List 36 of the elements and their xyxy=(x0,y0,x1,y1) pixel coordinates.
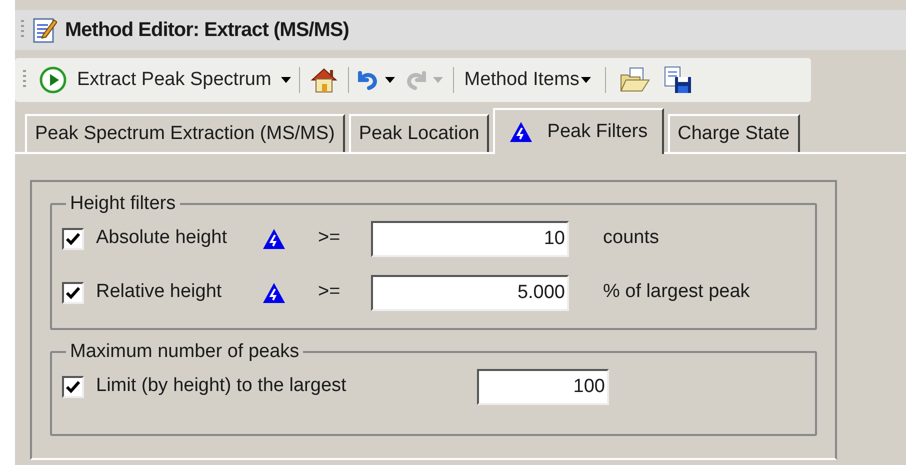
caret-icon xyxy=(281,77,292,83)
field-label: Limit (by height) to the largest xyxy=(96,374,348,398)
unit-label: % of largest peak xyxy=(603,280,750,304)
tab[interactable]: Charge State xyxy=(668,114,800,152)
field-label: Relative height xyxy=(96,280,223,304)
number-field[interactable]: 10 xyxy=(371,220,569,256)
edit-document-icon xyxy=(33,17,57,43)
play-icon xyxy=(39,66,67,94)
group-title: Maximum number of peaks xyxy=(69,340,300,364)
tab[interactable]: Peak Filters xyxy=(493,108,664,154)
redo-icon xyxy=(405,70,428,90)
number-field[interactable]: 100 xyxy=(477,368,609,404)
checkmark-icon xyxy=(66,286,80,298)
run-button[interactable]: Extract Peak Spectrum xyxy=(39,62,292,98)
tab[interactable]: Peak Spectrum Extraction (MS/MS) xyxy=(25,114,345,152)
checkbox[interactable] xyxy=(62,376,84,398)
caret-icon xyxy=(581,77,592,83)
checkmark-icon xyxy=(66,380,80,392)
checkbox[interactable] xyxy=(62,228,84,250)
save-icon xyxy=(664,66,692,94)
checkbox[interactable] xyxy=(62,282,84,304)
folder-icon xyxy=(620,67,650,93)
number-field[interactable]: 5.000 xyxy=(371,274,569,310)
tab[interactable]: Peak Location xyxy=(348,114,490,152)
field-label: Absolute height xyxy=(96,226,228,250)
operator-label: >= xyxy=(318,280,342,304)
method-items-button[interactable]: Method Items xyxy=(464,62,592,98)
window-title: Method Editor: Extract (MS/MS) xyxy=(65,18,349,43)
caret-icon xyxy=(433,77,444,83)
unit-label: counts xyxy=(603,226,659,250)
home-icon xyxy=(310,67,338,93)
undo-icon xyxy=(357,70,380,90)
checkmark-icon xyxy=(66,232,80,244)
caret-icon xyxy=(385,77,396,83)
group-title: Height filters xyxy=(69,192,177,216)
operator-label: >= xyxy=(318,226,342,250)
